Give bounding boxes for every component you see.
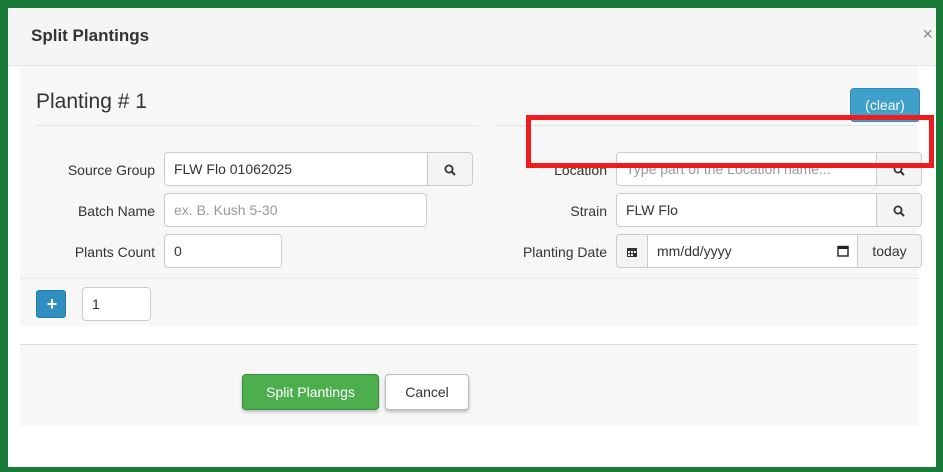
modal-title: Split Plantings bbox=[31, 26, 150, 45]
strain-search-button[interactable] bbox=[876, 193, 922, 227]
calendar-icon bbox=[627, 248, 637, 258]
strain-highlight-box bbox=[526, 115, 934, 168]
add-count-input[interactable]: 1 bbox=[82, 287, 151, 321]
search-icon bbox=[893, 205, 905, 218]
batch-name-label: Batch Name bbox=[77, 203, 155, 219]
today-button[interactable]: today bbox=[857, 234, 922, 268]
plus-icon: + bbox=[46, 294, 58, 314]
planting-date-label: Planting Date bbox=[522, 244, 607, 260]
divider bbox=[36, 125, 478, 126]
add-row-bar bbox=[20, 278, 918, 326]
search-icon bbox=[444, 164, 456, 177]
planting-heading: Planting # 1 bbox=[36, 90, 147, 113]
strain-label: Strain bbox=[570, 203, 607, 219]
strain-input[interactable]: FLW Flo bbox=[616, 193, 877, 227]
add-planting-button[interactable]: + bbox=[36, 290, 66, 318]
source-group-search-button[interactable] bbox=[427, 152, 473, 186]
date-placeholder: mm/dd/yyyy bbox=[657, 243, 732, 259]
calendar-picker-icon[interactable] bbox=[837, 245, 849, 257]
source-group-label: Source Group bbox=[67, 162, 155, 178]
plants-count-input[interactable]: 0 bbox=[164, 234, 282, 268]
planting-date-input[interactable]: mm/dd/yyyy bbox=[647, 234, 858, 268]
plants-count-label: Plants Count bbox=[74, 244, 155, 260]
split-plantings-button[interactable]: Split Plantings bbox=[242, 374, 379, 410]
cancel-button[interactable]: Cancel bbox=[385, 374, 469, 410]
planting-section: Planting # 1 (clear) Source Group FLW Fl… bbox=[20, 66, 922, 278]
source-group-input[interactable]: FLW Flo 01062025 bbox=[164, 152, 428, 186]
close-icon[interactable]: × bbox=[922, 24, 933, 45]
modal-footer bbox=[20, 344, 918, 426]
batch-name-input[interactable]: ex. B. Kush 5-30 bbox=[164, 193, 427, 227]
calendar-addon bbox=[616, 234, 648, 268]
modal-header: Split Plantings × bbox=[8, 8, 936, 66]
